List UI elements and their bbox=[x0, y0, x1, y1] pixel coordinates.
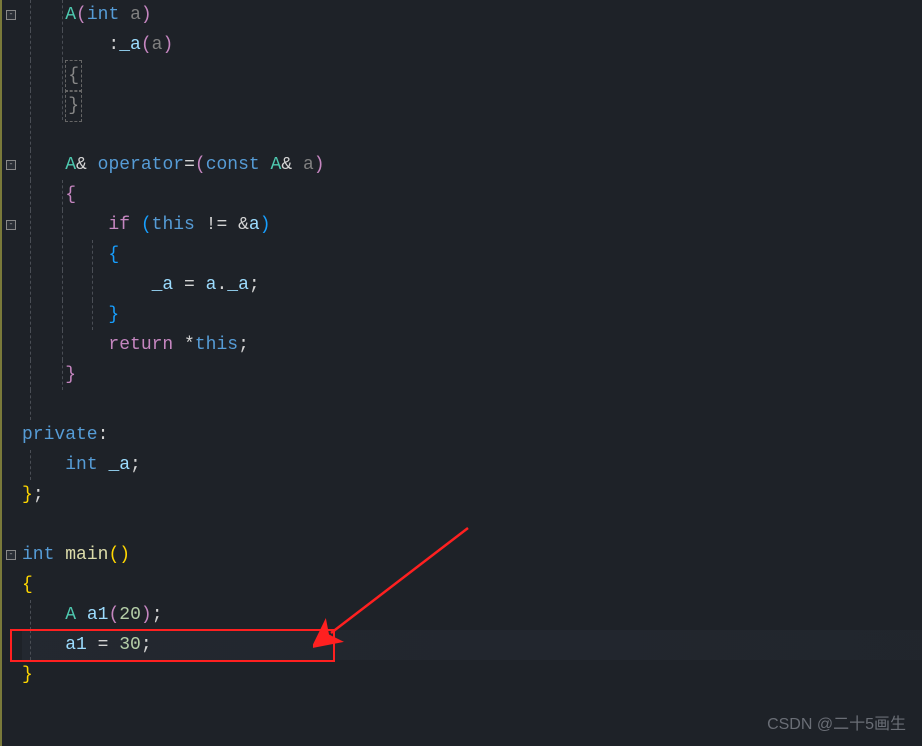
type-name: A bbox=[65, 155, 76, 175]
paren-open: ( bbox=[108, 605, 119, 625]
arg: a bbox=[152, 35, 163, 55]
brace-open: { bbox=[65, 185, 76, 205]
code-line[interactable]: } bbox=[22, 360, 922, 390]
code-line[interactable]: A a1(20); bbox=[22, 600, 922, 630]
code-line[interactable]: int _a; bbox=[22, 450, 922, 480]
colon: : bbox=[98, 425, 109, 445]
op-neq: != bbox=[195, 215, 238, 235]
code-line[interactable]: { bbox=[22, 570, 922, 600]
amp: & bbox=[76, 155, 98, 175]
type-name: A bbox=[65, 5, 76, 25]
fold-marker-icon[interactable]: - bbox=[6, 220, 16, 230]
code-line[interactable]: private: bbox=[22, 420, 922, 450]
code-line[interactable] bbox=[22, 390, 922, 420]
code-line[interactable]: int main() bbox=[22, 540, 922, 570]
brace-close: } bbox=[22, 665, 33, 685]
number-literal: 30 bbox=[119, 635, 141, 655]
keyword-int: int bbox=[65, 455, 97, 475]
amp: & bbox=[281, 155, 292, 175]
paren-open: ( bbox=[141, 215, 152, 235]
semicolon: ; bbox=[130, 455, 141, 475]
brace-close: } bbox=[65, 90, 82, 122]
code-line[interactable] bbox=[22, 510, 922, 540]
type-name: A bbox=[271, 155, 282, 175]
paren-close: ) bbox=[141, 5, 152, 25]
paren-close: ) bbox=[260, 215, 271, 235]
semicolon: ; bbox=[141, 635, 152, 655]
brace-close: } bbox=[108, 305, 119, 325]
keyword-int: int bbox=[22, 545, 54, 565]
variable: a1 bbox=[65, 635, 87, 655]
code-line[interactable]: { bbox=[22, 240, 922, 270]
amp: & bbox=[238, 215, 249, 235]
brace-open: { bbox=[65, 60, 82, 92]
keyword-if: if bbox=[108, 215, 130, 235]
field-name: _a bbox=[119, 35, 141, 55]
code-area[interactable]: A(int a) :_a(a) { } A& operator=(const A… bbox=[18, 0, 922, 746]
code-line[interactable]: { bbox=[22, 60, 922, 90]
code-line[interactable]: } bbox=[22, 660, 922, 690]
brace-close: } bbox=[22, 485, 33, 505]
paren-close: ) bbox=[162, 35, 173, 55]
keyword-const: const bbox=[206, 155, 260, 175]
deref: * bbox=[184, 335, 195, 355]
code-line[interactable]: { bbox=[22, 180, 922, 210]
code-line[interactable]: :_a(a) bbox=[22, 30, 922, 60]
semicolon: ; bbox=[249, 275, 260, 295]
code-line[interactable]: if (this != &a) bbox=[22, 210, 922, 240]
variable: a1 bbox=[87, 605, 109, 625]
code-line[interactable]: }; bbox=[22, 480, 922, 510]
variable: a bbox=[249, 215, 260, 235]
colon: : bbox=[108, 35, 119, 55]
variable: a bbox=[206, 275, 217, 295]
code-line[interactable]: _a = a._a; bbox=[22, 270, 922, 300]
type-name: A bbox=[65, 605, 76, 625]
code-editor[interactable]: - - - - A(int a) :_a(a) { } A& operator=… bbox=[0, 0, 922, 746]
semicolon: ; bbox=[33, 485, 44, 505]
code-line[interactable] bbox=[22, 120, 922, 150]
keyword-int: int bbox=[87, 5, 119, 25]
parameter: a bbox=[130, 5, 141, 25]
keyword-return: return bbox=[108, 335, 173, 355]
code-line[interactable]: A(int a) bbox=[22, 0, 922, 30]
fold-marker-icon[interactable]: - bbox=[6, 550, 16, 560]
code-line[interactable]: } bbox=[22, 300, 922, 330]
paren-open: ( bbox=[108, 545, 119, 565]
number-literal: 20 bbox=[119, 605, 141, 625]
field-name: _a bbox=[108, 455, 130, 475]
semicolon: ; bbox=[152, 605, 163, 625]
brace-open: { bbox=[108, 245, 119, 265]
parameter: a bbox=[303, 155, 314, 175]
brace-close: } bbox=[65, 365, 76, 385]
paren-open: ( bbox=[141, 35, 152, 55]
keyword-this: this bbox=[195, 335, 238, 355]
paren-open: ( bbox=[195, 155, 206, 175]
fold-marker-icon[interactable]: - bbox=[6, 10, 16, 20]
paren-close: ) bbox=[141, 605, 152, 625]
paren-close: ) bbox=[119, 545, 130, 565]
dot: . bbox=[216, 275, 227, 295]
code-line-current[interactable]: a1 = 30; bbox=[22, 630, 922, 660]
brace-open: { bbox=[22, 575, 33, 595]
op-assign: = bbox=[87, 635, 119, 655]
op-assign: = bbox=[184, 155, 195, 175]
op-assign: = bbox=[173, 275, 205, 295]
paren-open: ( bbox=[76, 5, 87, 25]
watermark-text: CSDN @二十5画生 bbox=[767, 710, 906, 734]
fold-marker-icon[interactable]: - bbox=[6, 160, 16, 170]
field-name: _a bbox=[152, 275, 174, 295]
operator-keyword: operator bbox=[98, 155, 184, 175]
paren-close: ) bbox=[314, 155, 325, 175]
fold-gutter: - - - - bbox=[0, 0, 18, 746]
field-name: _a bbox=[227, 275, 249, 295]
code-line[interactable]: } bbox=[22, 90, 922, 120]
keyword-this: this bbox=[152, 215, 195, 235]
semicolon: ; bbox=[238, 335, 249, 355]
code-line[interactable]: A& operator=(const A& a) bbox=[22, 150, 922, 180]
keyword-private: private bbox=[22, 425, 98, 445]
code-line[interactable]: return *this; bbox=[22, 330, 922, 360]
function-name: main bbox=[65, 545, 108, 565]
